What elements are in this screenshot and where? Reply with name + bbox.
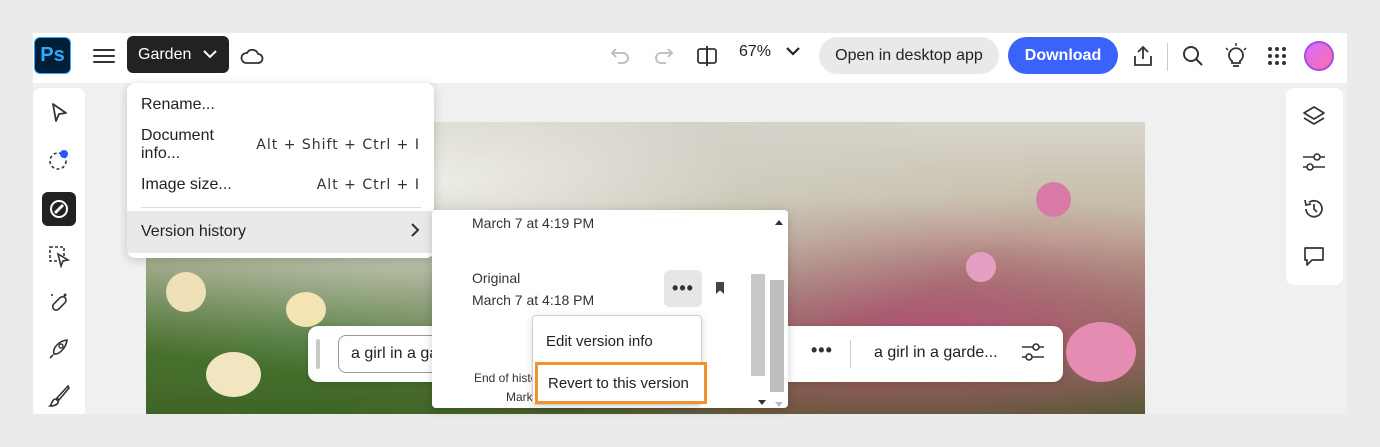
scrollbar[interactable] (750, 210, 788, 408)
more-options-icon[interactable]: ••• (811, 340, 833, 361)
healing-icon[interactable] (42, 286, 76, 320)
toolbar-separator (1167, 43, 1168, 71)
version-original-date[interactable]: March 7 at 4:18 PM (472, 292, 594, 308)
scrollbar-thumb-secondary[interactable] (770, 280, 784, 392)
select-icon[interactable] (42, 96, 76, 130)
menu-item-document-info[interactable]: Document info... Alt + Shift + Ctrl + I (127, 125, 434, 165)
prompt-bar-right: ••• a girl in a garde... (787, 326, 1063, 382)
adjustments-icon[interactable] (1299, 147, 1329, 177)
scroll-down-arrow-icon[interactable] (757, 394, 767, 408)
left-toolbar (33, 88, 85, 414)
photoshop-logo[interactable]: Ps (34, 37, 71, 74)
history-icon[interactable] (1299, 194, 1329, 224)
menu-divider (141, 207, 421, 208)
redo-icon[interactable] (652, 44, 676, 68)
chevron-right-icon (410, 222, 420, 242)
flower-decoration (166, 272, 206, 312)
menu-item-version-history[interactable]: Version history (127, 211, 434, 253)
drag-handle[interactable] (316, 339, 320, 369)
top-bar: Ps Garden 67% Open in desktop app Downlo (33, 33, 1347, 83)
document-menu: Rename... Document info... Alt + Shift +… (127, 83, 434, 258)
revert-to-version-item[interactable]: Revert to this version (535, 362, 707, 404)
scroll-up-arrow-icon[interactable] (774, 213, 784, 231)
quick-actions-icon[interactable] (42, 332, 76, 366)
object-select-icon[interactable] (42, 239, 76, 273)
share-icon[interactable] (1130, 43, 1156, 69)
brush-icon[interactable] (42, 379, 76, 413)
apps-grid-icon[interactable] (1265, 44, 1289, 68)
flower-decoration (1066, 322, 1136, 382)
flower-decoration (206, 352, 261, 397)
scrollbar-thumb[interactable] (751, 274, 765, 376)
prompt-bar-left: a girl in a ga (308, 326, 448, 382)
search-icon[interactable] (1180, 43, 1206, 69)
user-avatar[interactable] (1304, 41, 1334, 71)
bookmark-icon[interactable] (716, 282, 724, 294)
undo-icon[interactable] (608, 44, 632, 68)
menu-item-rename[interactable]: Rename... (127, 85, 434, 125)
document-name: Garden (138, 45, 192, 63)
edit-version-info-item[interactable]: Edit version info (533, 321, 701, 361)
layers-icon[interactable] (1299, 101, 1329, 131)
download-button[interactable]: Download (1008, 37, 1118, 74)
shortcut-text: Alt + Shift + Ctrl + I (256, 137, 420, 153)
right-panel-rail (1286, 88, 1343, 285)
zoom-value: 67% (739, 43, 772, 60)
end-of-history-text-2: Mark (506, 390, 533, 404)
flower-decoration (966, 252, 996, 282)
comments-icon[interactable] (1299, 241, 1329, 271)
adjust-icon[interactable] (42, 192, 76, 226)
version-original-title[interactable]: Original (472, 270, 520, 286)
document-menu-button[interactable]: Garden (127, 36, 229, 73)
compare-icon[interactable] (694, 43, 720, 69)
version-entry-date[interactable]: March 7 at 4:19 PM (472, 215, 594, 231)
open-in-desktop-button[interactable]: Open in desktop app (819, 37, 999, 74)
menu-item-image-size[interactable]: Image size... Alt + Ctrl + I (127, 165, 434, 205)
lightbulb-icon[interactable] (1223, 42, 1249, 70)
prompt-text[interactable]: a girl in a garde... (874, 344, 998, 362)
scroll-down-arrow-icon-2[interactable] (774, 396, 784, 408)
zoom-control[interactable]: 67% (739, 43, 801, 61)
cloud-icon[interactable] (240, 45, 264, 67)
flower-decoration (286, 292, 326, 327)
hamburger-menu-icon[interactable] (93, 45, 115, 67)
shortcut-text: Alt + Ctrl + I (316, 177, 420, 193)
version-more-options-icon[interactable]: ••• (664, 270, 702, 307)
end-of-history-text: End of histo (474, 371, 538, 385)
version-actions-menu: Edit version info Revert to this version (532, 315, 707, 405)
chevron-down-icon (203, 47, 218, 62)
zoom-chevron-down-icon (785, 43, 801, 61)
quick-select-icon[interactable] (42, 143, 76, 177)
prompt-settings-icon[interactable] (1021, 342, 1045, 367)
prompt-separator (850, 340, 851, 368)
flower-decoration (1036, 182, 1071, 217)
